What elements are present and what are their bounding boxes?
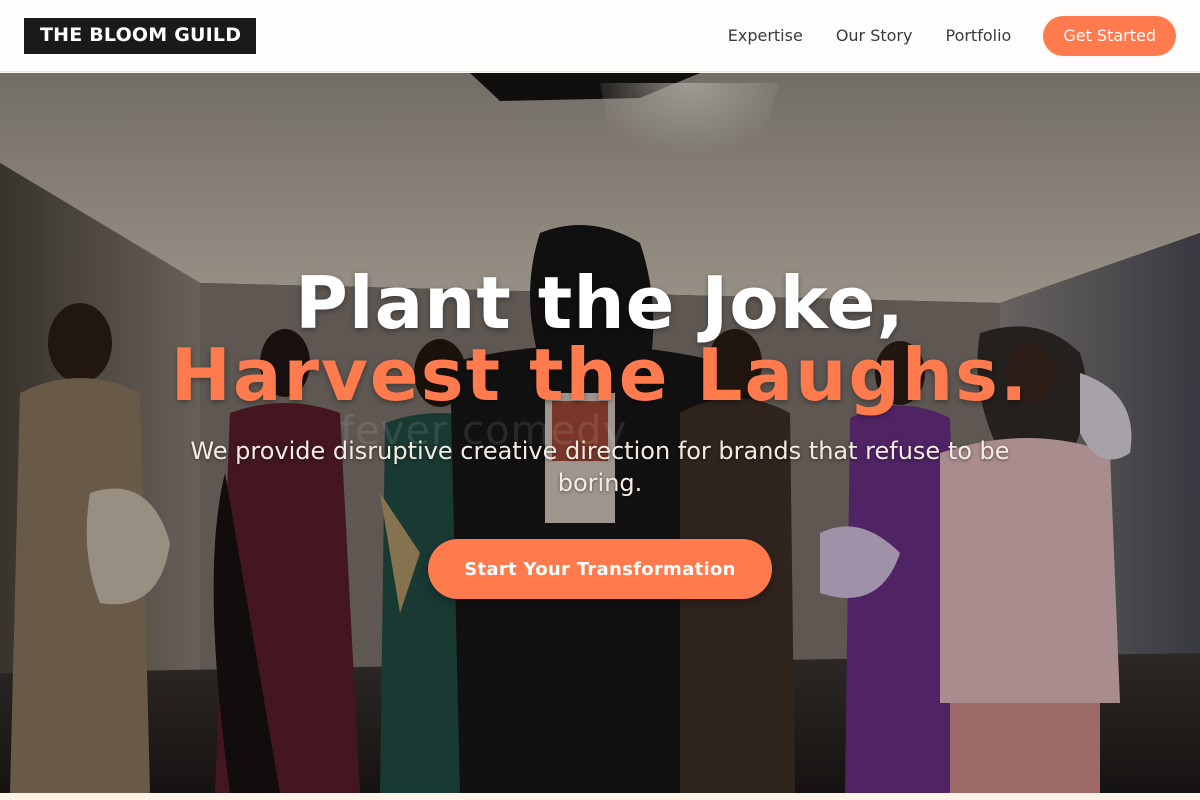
hero-headline-line1: Plant the Joke, bbox=[295, 261, 905, 345]
next-section-edge bbox=[0, 793, 1200, 800]
hero-section: fever comedy Plant the Joke, Harvest the… bbox=[0, 73, 1200, 793]
navbar: THE BLOOM GUILD Expertise Our Story Port… bbox=[0, 0, 1200, 72]
hero-subheadline: We provide disruptive creative direction… bbox=[190, 437, 1010, 497]
hero-content: Plant the Joke, Harvest the Laughs. We p… bbox=[0, 73, 1200, 793]
nav-links: Expertise Our Story Portfolio Get Starte… bbox=[728, 15, 1176, 56]
logo[interactable]: THE BLOOM GUILD bbox=[24, 17, 257, 54]
get-started-button[interactable]: Get Started bbox=[1043, 15, 1176, 56]
nav-link-expertise[interactable]: Expertise bbox=[728, 26, 803, 45]
nav-link-portfolio[interactable]: Portfolio bbox=[945, 26, 1011, 45]
hero-headline-line2: Harvest the Laughs. bbox=[170, 333, 1030, 417]
start-transformation-button[interactable]: Start Your Transformation bbox=[428, 539, 772, 599]
nav-link-our-story[interactable]: Our Story bbox=[836, 26, 913, 45]
